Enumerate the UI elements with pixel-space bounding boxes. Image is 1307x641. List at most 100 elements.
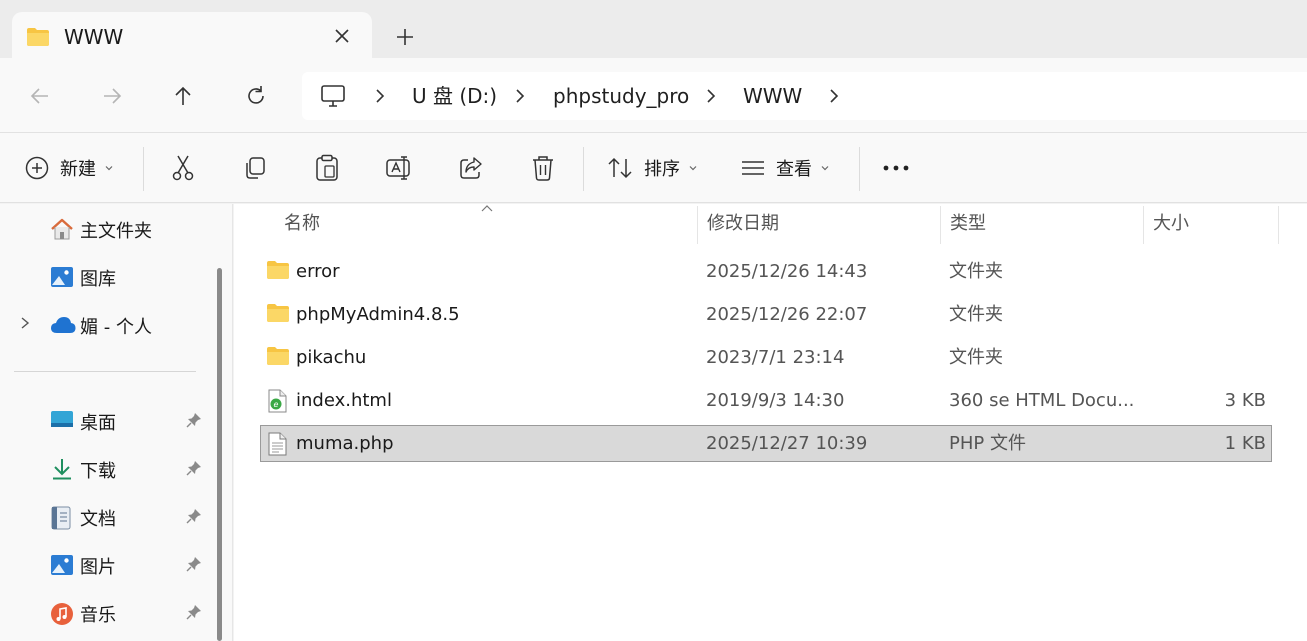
sidebar-item-home[interactable]: 主文件夹 (0, 206, 210, 250)
sidebar-item-onedrive[interactable]: 媚 - 个人 (0, 302, 210, 346)
file-row-selected[interactable]: muma.php 2025/12/27 10:39 PHP 文件 1 KB (260, 425, 1272, 462)
new-label: 新建 (60, 159, 96, 180)
chevron-right-icon[interactable] (372, 88, 388, 104)
pin-icon[interactable] (186, 604, 202, 620)
share-button[interactable] (458, 133, 484, 203)
html-file-icon: e (266, 389, 288, 413)
tab-title: WWW (64, 25, 124, 49)
sidebar-item-label: 桌面 (80, 413, 116, 434)
sidebar-item-desktop[interactable]: 桌面 (0, 398, 210, 442)
chevron-right-icon[interactable] (512, 88, 528, 104)
arrow-right-icon[interactable] (98, 82, 126, 110)
navigation-bar: U 盘 (D:) phpstudy_pro WWW (0, 58, 1307, 132)
view-label: 查看 (776, 159, 812, 180)
cut-button[interactable] (170, 133, 196, 203)
toolbar-separator (859, 147, 860, 191)
sort-label: 排序 (644, 159, 680, 180)
column-divider[interactable] (1278, 206, 1279, 244)
column-header-type[interactable]: 类型 (950, 204, 986, 244)
column-header-size[interactable]: 大小 (1153, 204, 1189, 244)
sidebar-item-label: 图片 (80, 557, 116, 578)
svg-text:e: e (274, 400, 279, 409)
folder-icon (266, 346, 290, 366)
file-row[interactable]: e index.html 2019/9/3 14:30 360 se HTML … (260, 382, 1272, 419)
sidebar-scrollbar-thumb[interactable] (217, 268, 222, 641)
address-bar[interactable]: U 盘 (D:) phpstudy_pro WWW (302, 72, 1307, 120)
chevron-right-icon[interactable] (18, 316, 32, 330)
file-row[interactable]: pikachu 2023/7/1 23:14 文件夹 (260, 339, 1272, 376)
music-icon (50, 602, 74, 626)
paste-icon (314, 154, 340, 182)
file-date: 2023/7/1 23:14 (706, 347, 845, 368)
sidebar-item-music[interactable]: 音乐 (0, 590, 210, 634)
computer-icon[interactable] (320, 83, 346, 109)
file-date: 2019/9/3 14:30 (706, 390, 845, 411)
file-name: phpMyAdmin4.8.5 (296, 304, 460, 325)
pin-icon[interactable] (186, 556, 202, 572)
plus-icon[interactable] (392, 24, 418, 50)
new-button[interactable]: 新建 (24, 133, 114, 203)
file-type: 文件夹 (949, 304, 1003, 325)
onedrive-cloud-icon (50, 316, 76, 334)
pin-icon[interactable] (186, 460, 202, 476)
download-icon (50, 458, 74, 480)
column-divider[interactable] (940, 206, 941, 244)
folder-icon (26, 27, 50, 47)
home-icon (50, 218, 74, 240)
plus-circle-icon (24, 155, 50, 181)
sidebar-item-pictures[interactable]: 图片 (0, 542, 210, 586)
sidebar-item-label: 主文件夹 (80, 221, 152, 242)
sort-button[interactable]: 排序 (606, 133, 698, 203)
chevron-down-icon (688, 163, 698, 173)
pin-icon[interactable] (186, 508, 202, 524)
refresh-icon[interactable] (242, 82, 270, 110)
sidebar-item-label: 媚 - 个人 (80, 317, 152, 338)
sidebar-item-gallery[interactable]: 图库 (0, 254, 210, 298)
chevron-down-icon (104, 163, 114, 173)
pin-icon[interactable] (186, 412, 202, 428)
column-header-date[interactable]: 修改日期 (707, 204, 779, 244)
chevron-right-icon[interactable] (703, 88, 719, 104)
command-toolbar: 新建 排序 查看 (0, 133, 1307, 203)
chevron-right-icon[interactable] (826, 88, 842, 104)
sidebar-item-downloads[interactable]: 下载 (0, 446, 210, 490)
arrow-up-icon[interactable] (169, 82, 197, 110)
file-name: muma.php (296, 433, 394, 454)
delete-icon (530, 154, 556, 182)
file-date: 2025/12/26 22:07 (706, 304, 868, 325)
rename-icon (385, 154, 413, 182)
file-type: 360 se HTML Docu... (949, 390, 1135, 411)
copy-icon (242, 155, 268, 181)
breadcrumb-phpstudy[interactable]: phpstudy_pro (553, 72, 689, 120)
breadcrumb-www[interactable]: WWW (743, 72, 802, 120)
tab-bar: WWW (0, 0, 1307, 60)
file-size: 3 KB (1224, 390, 1266, 411)
file-row[interactable]: error 2025/12/26 14:43 文件夹 (260, 253, 1272, 290)
toolbar-separator (583, 147, 584, 191)
sidebar-item-documents[interactable]: 文档 (0, 494, 210, 538)
tab-www[interactable]: WWW (12, 12, 372, 60)
view-button[interactable]: 查看 (740, 133, 830, 203)
close-icon[interactable] (330, 24, 354, 48)
file-size (1140, 296, 1266, 333)
delete-button[interactable] (530, 133, 556, 203)
copy-button[interactable] (242, 133, 268, 203)
sort-ascending-icon (480, 204, 494, 212)
file-type: 文件夹 (949, 347, 1003, 368)
column-divider[interactable] (1143, 206, 1144, 244)
desktop-icon (50, 410, 74, 430)
file-size: 1 KB (1224, 433, 1266, 454)
column-divider[interactable] (697, 206, 698, 244)
breadcrumb-drive[interactable]: U 盘 (D:) (412, 72, 497, 120)
more-icon (882, 164, 910, 172)
more-button[interactable] (882, 133, 910, 203)
paste-button[interactable] (314, 133, 340, 203)
documents-icon (50, 506, 72, 530)
arrow-left-icon[interactable] (26, 82, 54, 110)
rename-button[interactable] (385, 133, 413, 203)
column-header-name[interactable]: 名称 (284, 204, 320, 244)
text-file-icon (266, 432, 288, 456)
file-row[interactable]: phpMyAdmin4.8.5 2025/12/26 22:07 文件夹 (260, 296, 1272, 333)
file-date: 2025/12/26 14:43 (706, 261, 868, 282)
share-icon (458, 155, 484, 181)
